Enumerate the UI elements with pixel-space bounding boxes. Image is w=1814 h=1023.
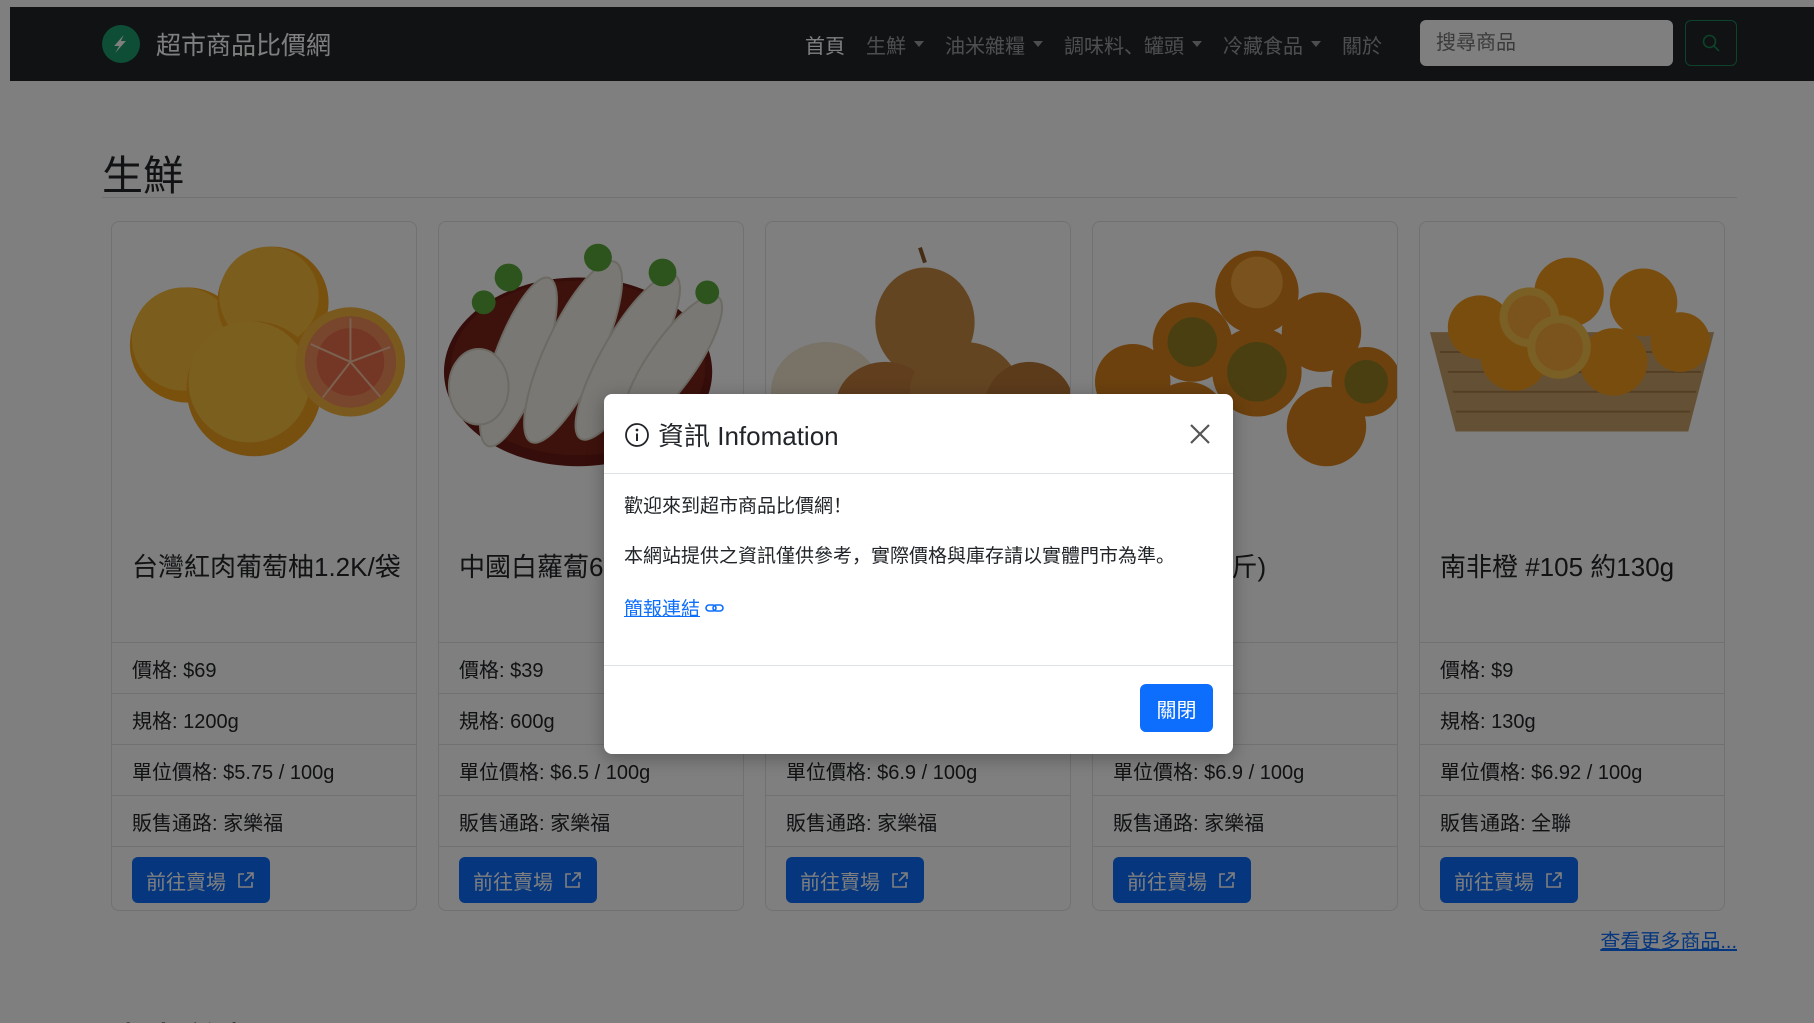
modal-footer: 關閉 <box>604 665 1233 754</box>
slides-link-label: 簡報連結 <box>624 599 701 620</box>
close-icon[interactable] <box>1187 421 1213 447</box>
slides-link[interactable]: 簡報連結 <box>624 594 726 621</box>
modal-welcome-text: 歡迎來到超市商品比價網！ <box>624 496 853 517</box>
link-icon <box>705 603 724 612</box>
info-modal: 資訊 Infomation 歡迎來到超市商品比價網！ 本網站提供之資訊僅供參考，… <box>604 394 1233 754</box>
modal-header: 資訊 Infomation <box>604 394 1233 474</box>
modal-title-text: 資訊 Infomation <box>658 421 839 451</box>
modal-body: 歡迎來到超市商品比價網！ 本網站提供之資訊僅供參考，實際價格與庫存請以實體門市為… <box>624 494 1214 621</box>
modal-title: 資訊 Infomation <box>624 416 839 453</box>
modal-close-button[interactable]: 關閉 <box>1140 684 1213 732</box>
info-circle-icon <box>625 422 649 447</box>
modal-disclaimer-text: 本網站提供之資訊僅供參考，實際價格與庫存請以實體門市為準。 <box>624 546 1176 567</box>
